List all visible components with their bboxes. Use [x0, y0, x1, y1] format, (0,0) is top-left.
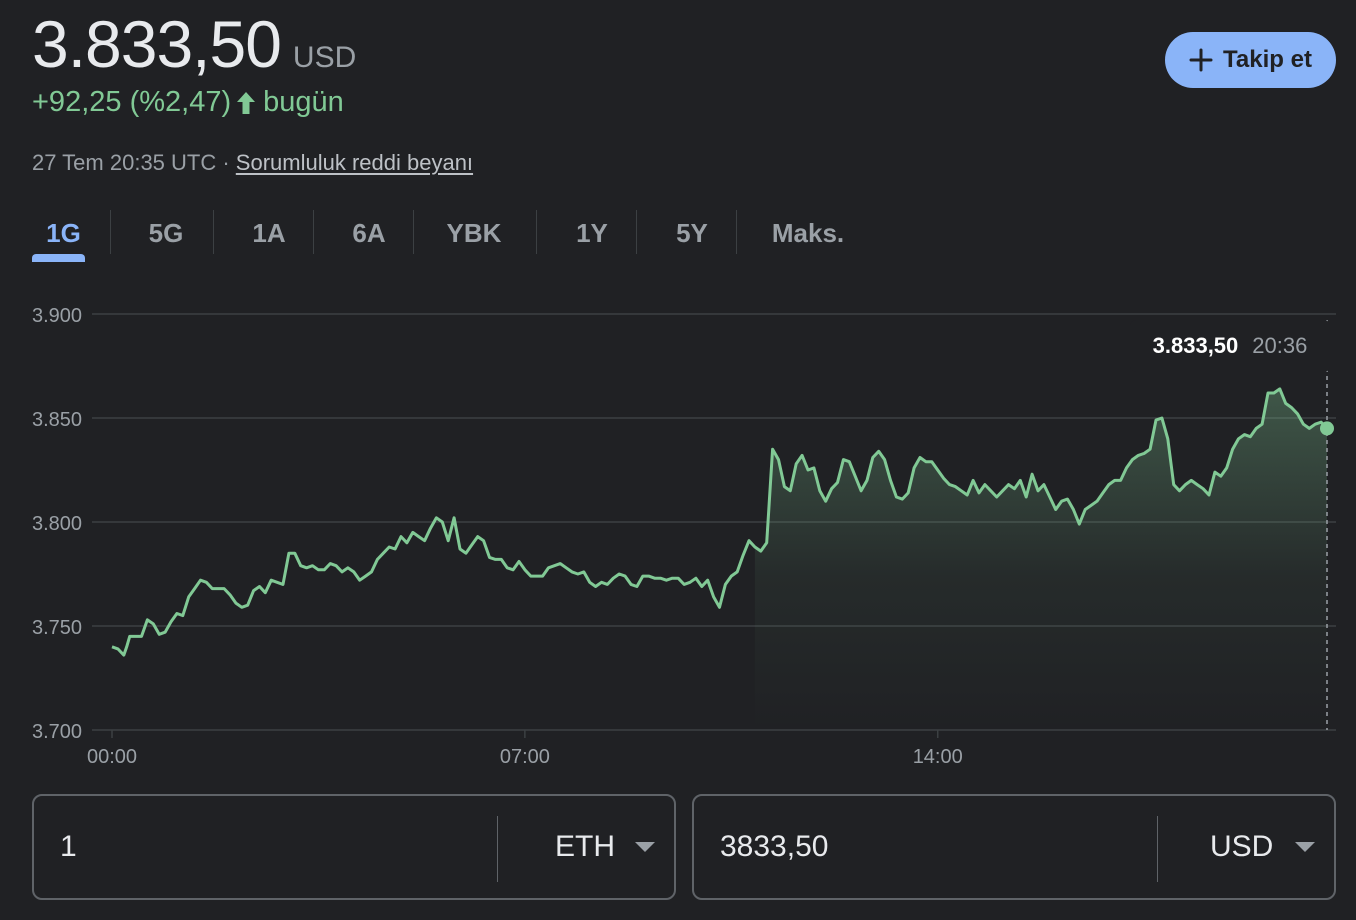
from-amount-input[interactable]: 1 [60, 796, 77, 898]
tab-6a[interactable]: 6A [331, 208, 407, 258]
to-unit-select[interactable]: USD [1210, 796, 1273, 898]
tab-separator [413, 210, 414, 254]
y-tick-label: 3.700 [32, 721, 82, 743]
y-tick-label: 3.850 [32, 409, 82, 431]
y-tick-label: 3.900 [32, 305, 82, 327]
from-unit-select[interactable]: ETH [555, 796, 615, 898]
tab-separator [313, 210, 314, 254]
tab-max[interactable]: Maks. [754, 208, 862, 258]
price-currency: USD [292, 41, 357, 74]
current-point [1320, 421, 1334, 436]
plus-icon [1189, 48, 1213, 72]
tab-1a[interactable]: 1A [231, 208, 307, 258]
chevron-down-icon[interactable] [1295, 796, 1315, 898]
follow-button-label: Takip et [1223, 46, 1312, 73]
quote-timestamp: 27 Tem 20:35 UTC · [32, 150, 236, 175]
chevron-down-icon[interactable] [635, 796, 655, 898]
to-amount-input[interactable]: 3833,50 [720, 796, 828, 898]
change-period: bugün [263, 86, 344, 118]
arrow-up-icon [235, 90, 257, 116]
tab-separator [736, 210, 737, 254]
tab-separator [536, 210, 537, 254]
price-header: 3.833,50 USD [32, 6, 356, 82]
price-area [754, 388, 1327, 730]
tab-5y[interactable]: 5Y [654, 208, 730, 258]
tab-1g[interactable]: 1G [32, 208, 95, 258]
tab-ybk[interactable]: YBK [432, 208, 516, 258]
quote-meta: 27 Tem 20:35 UTC · Sorumluluk reddi beya… [32, 150, 473, 176]
disclaimer-link[interactable]: Sorumluluk reddi beyanı [236, 150, 473, 175]
x-tick-label: 07:00 [500, 746, 550, 768]
chart-tooltip: 3.833,50 20:36 [1130, 320, 1330, 372]
converter-to: 3833,50 USD [692, 794, 1336, 900]
follow-button[interactable]: Takip et [1165, 32, 1336, 88]
tab-separator [213, 210, 214, 254]
current-price: 3.833,50 [32, 7, 282, 81]
converter-from: 1 ETH [32, 794, 676, 900]
tooltip-time: 20:36 [1252, 333, 1308, 358]
converter-divider [497, 816, 498, 882]
change-value: +92,25 (%2,47) [32, 86, 232, 118]
price-change: +92,25 (%2,47) bugün [32, 86, 344, 119]
active-tab-indicator [32, 254, 85, 262]
tab-1y[interactable]: 1Y [554, 208, 630, 258]
tab-separator [110, 210, 111, 254]
converter-divider [1157, 816, 1158, 882]
y-tick-label: 3.800 [32, 513, 82, 535]
y-tick-label: 3.750 [32, 617, 82, 639]
x-tick-label: 00:00 [87, 746, 137, 768]
tooltip-value: 3.833,50 [1152, 333, 1239, 358]
tab-separator [636, 210, 637, 254]
x-tick-label: 14:00 [913, 746, 963, 768]
tab-5g[interactable]: 5G [128, 208, 204, 258]
